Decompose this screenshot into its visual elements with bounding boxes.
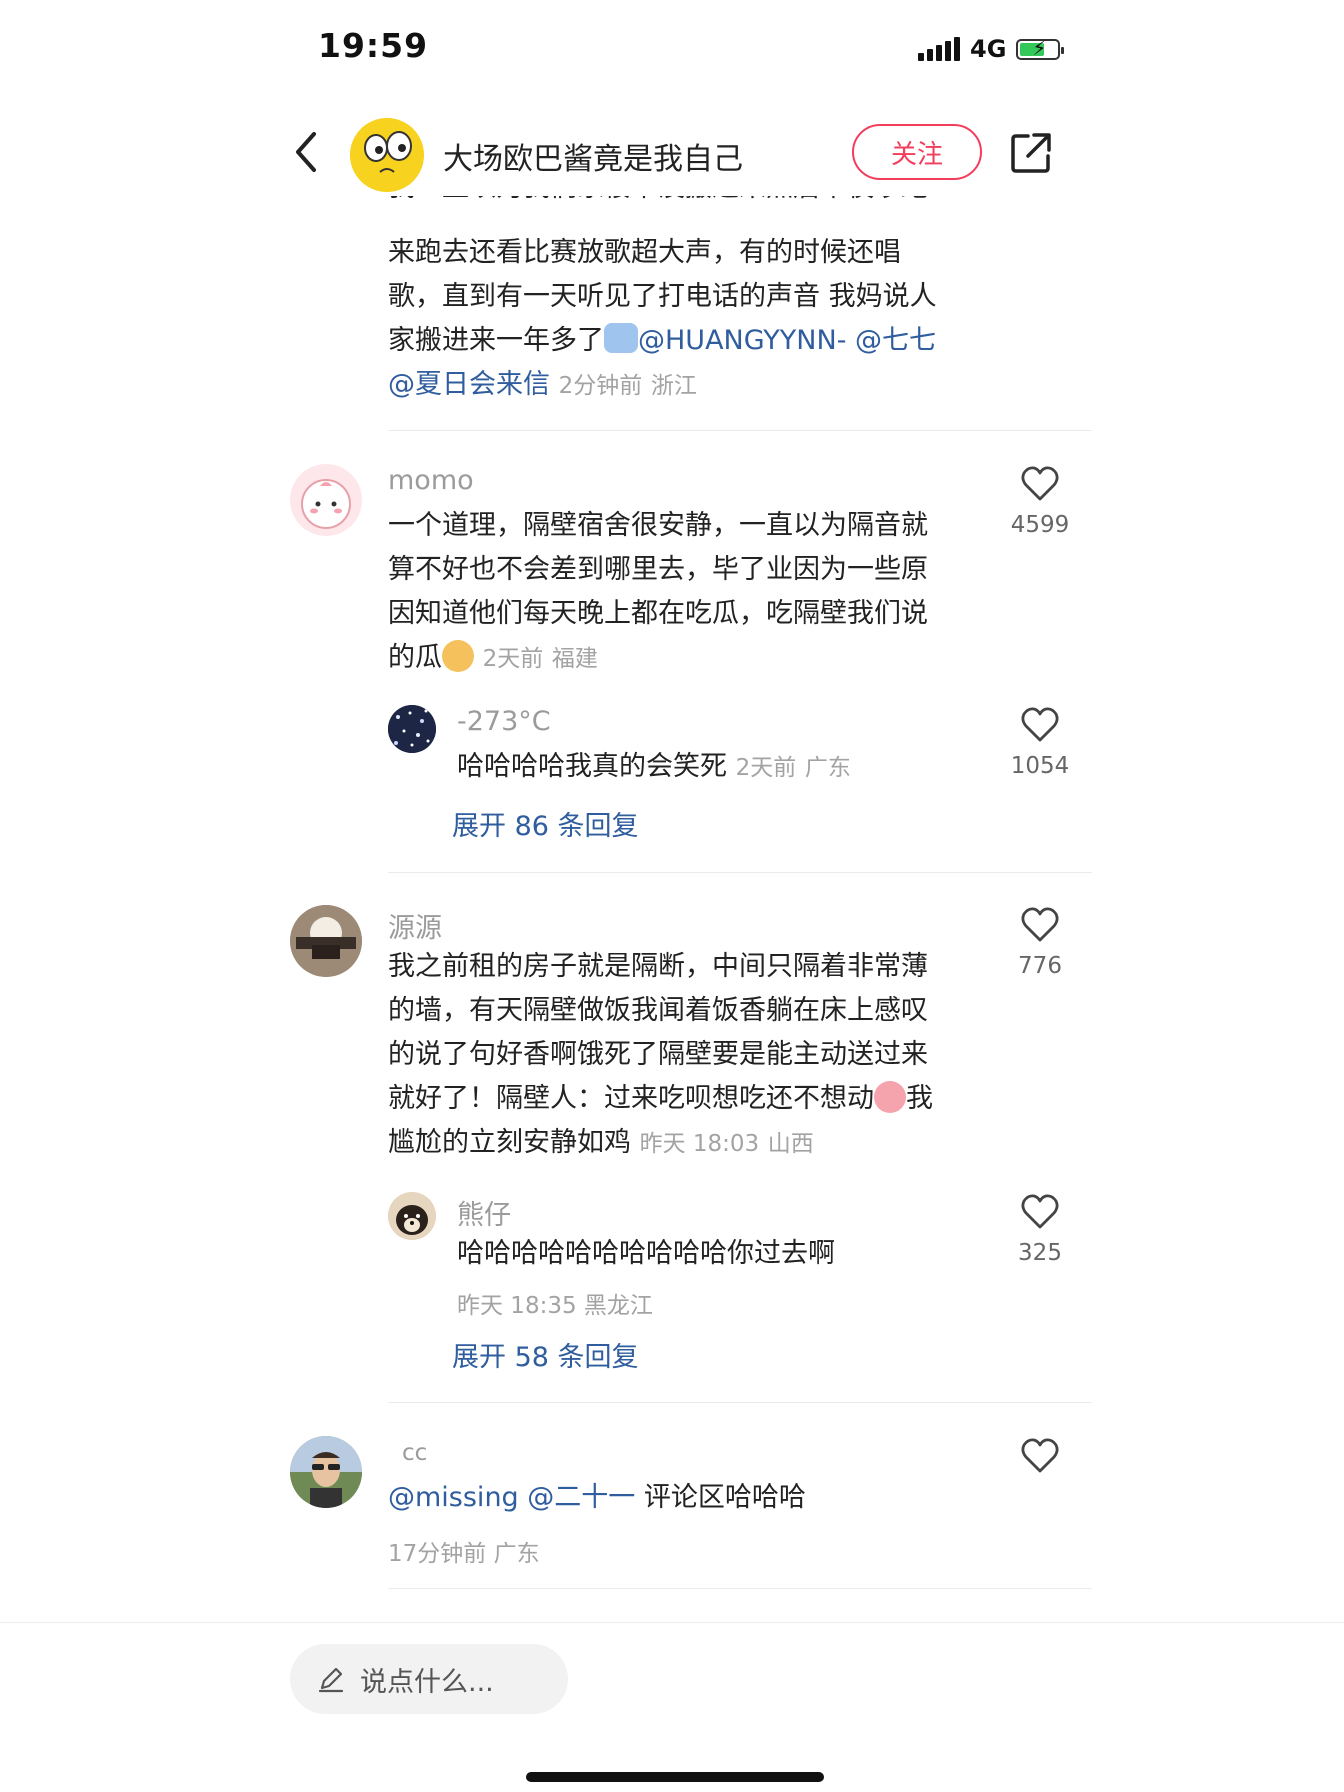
comment-text: 评论区哈哈哈: [643, 1482, 806, 1513]
comment-line: 算不好也不会差到哪里去，毕了业因为一些原: [388, 554, 928, 585]
prev-comment-line0: 我一直以为我们家楼下没搬进来点后半夜吵跑: [388, 196, 928, 210]
follow-button[interactable]: 关注: [852, 124, 982, 180]
heart-outline-icon[interactable]: [1020, 905, 1060, 945]
melon-emoji-icon: [442, 640, 474, 672]
mention-link[interactable]: @missing: [388, 1482, 519, 1513]
comment-username[interactable]: 源源: [388, 906, 442, 945]
mention-link[interactable]: @夏日会来信: [388, 369, 550, 400]
prev-comment-line4-row: @夏日会来信 2分钟前 浙江: [388, 363, 697, 408]
expand-replies-link[interactable]: 展开 86 条回复: [452, 804, 639, 843]
blushing-emoji-icon: [874, 1081, 906, 1113]
comment-line: 尴尬的立刻安静如鸡: [388, 1127, 631, 1158]
comment-region: 山西: [767, 1131, 814, 1157]
status-time: 19:59: [318, 26, 429, 65]
reply-region: 黑龙江: [583, 1293, 653, 1319]
like-count: 4599: [1010, 512, 1070, 538]
mention-link[interactable]: @HUANGYYNN-: [638, 325, 846, 356]
heart-outline-icon[interactable]: [1020, 464, 1060, 504]
comment-time: 17分钟前: [388, 1541, 487, 1567]
avatar[interactable]: [388, 1192, 436, 1240]
crying-emoji-icon: [604, 323, 638, 353]
reply-text: 哈哈哈哈哈哈哈哈哈哈你过去啊: [457, 1238, 835, 1269]
like-count: 776: [1018, 953, 1062, 979]
reply-region: 广东: [804, 755, 851, 781]
reply-time: 2天前: [735, 755, 797, 781]
reply-time: 昨天 18:35: [457, 1293, 577, 1319]
chevron-left-icon[interactable]: [288, 128, 328, 176]
like-count: 325: [1018, 1240, 1062, 1266]
battery-icon: ⚡: [1016, 38, 1065, 60]
network-type: 4G: [970, 35, 1007, 63]
comment-time: 昨天 18:03: [639, 1131, 760, 1157]
comment-line: 的墙，有天隔壁做饭我闻着饭香躺在床上感叹: [388, 995, 928, 1026]
share-icon[interactable]: [1008, 130, 1054, 176]
divider: [388, 430, 1092, 431]
page-title: 大场欧巴酱竟是我自己: [443, 142, 743, 177]
comment-region: 浙江: [650, 373, 697, 399]
divider: [388, 872, 1092, 873]
avatar[interactable]: [290, 1436, 362, 1508]
heart-outline-icon[interactable]: [1020, 1192, 1060, 1232]
mention-link[interactable]: @七七: [855, 325, 936, 356]
comment-line: 因知道他们每天晚上都在吃瓜，吃隔壁我们说: [388, 598, 928, 629]
comment-line: 的说了句好香啊饿死了隔壁要是能主动送过来: [388, 1039, 928, 1070]
prev-comment-clip: 我一直以为我们家楼下没搬进来点后半夜吵跑: [0, 196, 1344, 212]
expand-replies-link[interactable]: 展开 58 条回复: [452, 1335, 639, 1374]
avatar[interactable]: [290, 464, 362, 536]
prev-comment-line1: 来跑去还看比赛放歌超大声，有的时候还唱: [388, 237, 901, 268]
pencil-icon: [318, 1667, 344, 1693]
status-indicators: 4G ⚡: [918, 32, 1065, 66]
prev-comment-line3: 家搬进来一年多了: [388, 325, 604, 356]
comment-username[interactable]: cc: [402, 1440, 427, 1466]
comment-line-row: 就好了！隔壁人：过来吃呗想吃还不想动 我: [388, 1077, 933, 1121]
comment-region: 广东: [493, 1541, 540, 1567]
divider: [388, 1402, 1092, 1403]
like-count: 1054: [1010, 753, 1070, 779]
reply-username[interactable]: -273°C: [457, 706, 551, 737]
comment-line: 的瓜: [388, 642, 442, 673]
comment-line: 我之前租的房子就是隔断，中间只隔着非常薄: [388, 951, 928, 982]
reply-meta-row: 昨天 18:35 黑龙江: [457, 1286, 653, 1320]
bottom-bar-divider: [0, 1622, 1344, 1623]
author-avatar[interactable]: [350, 118, 424, 192]
comment-region: 福建: [551, 646, 598, 672]
reply-text: 哈哈哈哈我真的会笑死: [457, 751, 727, 782]
prev-comment-line2: 歌，直到有一天听见了打电话的声音 我妈说人: [388, 281, 937, 312]
comment-username[interactable]: momo: [388, 465, 474, 496]
reply-row: 哈哈哈哈我真的会笑死 2天前 广东: [457, 745, 851, 790]
comment-meta-row: 17分钟前 广东: [388, 1534, 540, 1568]
divider: [388, 1588, 1092, 1589]
reply-username[interactable]: 熊仔: [457, 1193, 511, 1232]
comment-line: 就好了！隔壁人：过来吃呗想吃还不想动: [388, 1083, 874, 1114]
avatar[interactable]: [388, 705, 436, 753]
comment-line: 我: [906, 1083, 933, 1114]
prev-comment-line3-row: 家搬进来一年多了 @HUANGYYNN- @七七: [388, 319, 936, 363]
home-indicator: [526, 1772, 824, 1782]
comment-line-last: 尴尬的立刻安静如鸡 昨天 18:03 山西: [388, 1121, 814, 1166]
comment-input[interactable]: 说点什么...: [290, 1644, 568, 1714]
mention-link[interactable]: @二十一: [527, 1482, 635, 1513]
comment-input-placeholder: 说点什么...: [360, 1666, 494, 1698]
comment-line: 一个道理，隔壁宿舍很安静，一直以为隔音就: [388, 510, 928, 541]
avatar[interactable]: [290, 905, 362, 977]
heart-outline-icon[interactable]: [1020, 1436, 1060, 1476]
comment-time: 2天前: [482, 646, 544, 672]
heart-outline-icon[interactable]: [1020, 705, 1060, 745]
comment-time: 2分钟前: [558, 373, 643, 399]
signal-icon: [918, 37, 960, 61]
comment-line-last: 的瓜 2天前 福建: [388, 636, 598, 681]
comment-text-row: @missing @二十一 评论区哈哈哈: [388, 1476, 806, 1520]
